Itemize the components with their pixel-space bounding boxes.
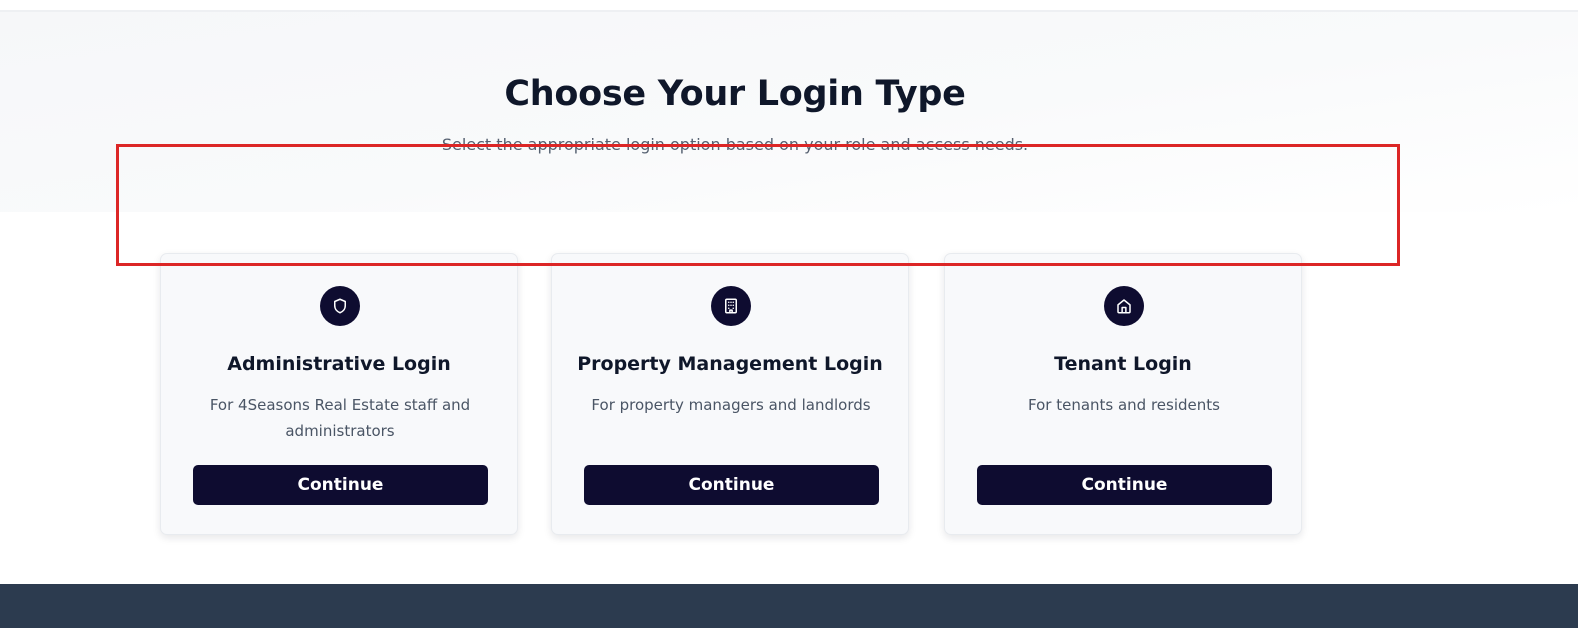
card-description: For tenants and residents (1028, 396, 1220, 414)
home-icon (1104, 286, 1144, 326)
card-tenant-login: Tenant Login For tenants and residents C… (944, 253, 1302, 535)
continue-tenant-button[interactable]: Continue (977, 465, 1272, 505)
page-title: Choose Your Login Type (504, 74, 966, 114)
card-administrative-login: Administrative Login For 4Seasons Real E… (160, 253, 518, 535)
card-description: For property managers and landlords (591, 396, 871, 414)
card-title: Property Management Login (577, 353, 883, 375)
continue-admin-button[interactable]: Continue (193, 465, 488, 505)
building-icon (711, 286, 751, 326)
footer (0, 584, 1578, 628)
card-title: Administrative Login (227, 353, 451, 375)
card-title: Tenant Login (1054, 353, 1192, 375)
shield-icon (320, 286, 360, 326)
card-description: For 4Seasons Real Estate staff and admin… (209, 396, 471, 440)
highlight-annotation-box (116, 144, 1400, 266)
card-property-management-login: Property Management Login For property m… (551, 253, 909, 535)
continue-property-management-button[interactable]: Continue (584, 465, 879, 505)
